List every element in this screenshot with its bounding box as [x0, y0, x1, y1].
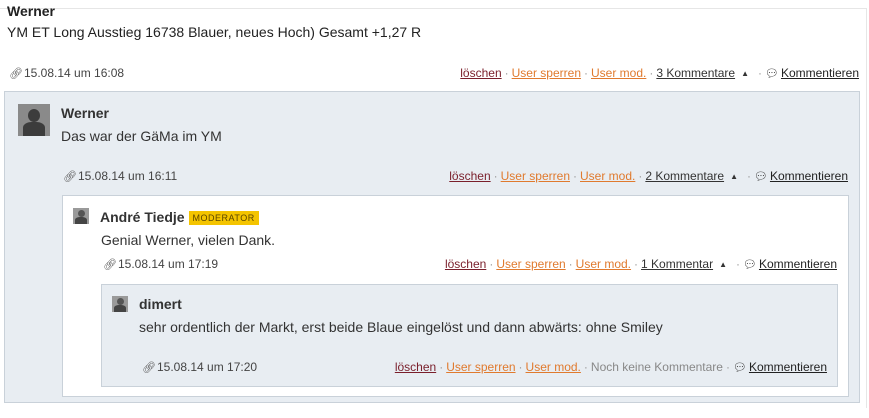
separator: · [649, 66, 654, 80]
separator: · [735, 257, 740, 271]
post-timestamp[interactable]: 15.08.14 um 16:08 [24, 66, 124, 80]
comment-author[interactable]: Werner [61, 105, 109, 121]
link-icon: 🔗︎ [9, 68, 23, 80]
separator: · [568, 257, 573, 271]
separator: · [518, 360, 523, 374]
post-meta-bar: 🔗︎15.08.14 um 16:08 löschen · User sperren… [9, 66, 859, 82]
comments-count-link[interactable]: 1 Kommentar [641, 257, 713, 271]
comment-text: Genial Werner, vielen Dank. [101, 232, 276, 248]
comment-link[interactable]: Kommentieren [759, 257, 837, 271]
top-divider [0, 8, 866, 9]
comment-author[interactable]: André Tiedje [100, 209, 185, 225]
separator: · [757, 66, 762, 80]
block-user-link[interactable]: User sperren [496, 257, 565, 271]
separator: · [504, 66, 509, 80]
comment-actions: löschen · User sperren · User mod. · 2 Komment… [449, 169, 848, 183]
comment-permalink[interactable]: 🔗︎15.08.14 um 17:19 [103, 257, 218, 271]
comment-link[interactable]: Kommentieren [781, 66, 859, 80]
speech-bubble-icon: 💬︎ [764, 68, 779, 80]
block-user-link[interactable]: User sperren [501, 169, 570, 183]
comment-timestamp[interactable]: 15.08.14 um 17:20 [157, 360, 257, 374]
user-mod-link[interactable]: User mod. [526, 360, 581, 374]
caret-up-icon[interactable]: ▲ [741, 69, 749, 78]
comment-text: Das war der GäMa im YM [61, 128, 222, 144]
comment-meta-bar: 🔗︎15.08.14 um 17:20 löschen · User sperren… [142, 360, 827, 376]
comment-timestamp[interactable]: 15.08.14 um 16:11 [78, 169, 177, 183]
comment-link[interactable]: Kommentieren [770, 169, 848, 183]
speech-bubble-icon: 💬︎ [732, 362, 747, 374]
comment-permalink[interactable]: 🔗︎15.08.14 um 16:11 [63, 169, 177, 183]
block-user-link[interactable]: User sperren [446, 360, 515, 374]
user-mod-link[interactable]: User mod. [576, 257, 631, 271]
comment-permalink[interactable]: 🔗︎15.08.14 um 17:20 [142, 360, 257, 374]
separator: · [439, 360, 444, 374]
speech-bubble-icon: 💬︎ [753, 171, 768, 183]
post-actions: löschen · User sperren · User mod. · 3 Komment… [460, 66, 859, 80]
comment-author[interactable]: dimert [139, 296, 182, 312]
link-icon: 🔗︎ [142, 362, 156, 374]
separator: · [493, 169, 498, 183]
post-permalink[interactable]: 🔗︎15.08.14 um 16:08 [9, 66, 124, 80]
delete-link[interactable]: löschen [395, 360, 436, 374]
post-text: YM ET Long Ausstieg 16738 Blauer, neues … [7, 24, 422, 40]
moderator-badge: MODERATOR [188, 211, 259, 225]
comment-actions: löschen · User sperren · User mod. · Noch kein… [395, 360, 827, 374]
avatar[interactable] [73, 208, 89, 224]
caret-up-icon[interactable]: ▲ [730, 172, 738, 181]
comment-timestamp[interactable]: 15.08.14 um 17:19 [118, 257, 218, 271]
separator: · [634, 257, 639, 271]
link-icon: 🔗︎ [103, 259, 117, 271]
separator: · [583, 360, 588, 374]
caret-up-icon[interactable]: ▲ [719, 260, 727, 269]
separator: · [584, 66, 588, 80]
separator: · [746, 169, 751, 183]
comment-link[interactable]: Kommentieren [749, 360, 827, 374]
right-divider [866, 8, 867, 408]
comments-count-link[interactable]: 2 Kommentare [645, 169, 724, 183]
speech-bubble-icon: 💬︎ [742, 259, 757, 271]
post-author[interactable]: Werner [7, 3, 55, 19]
separator: · [725, 360, 730, 374]
avatar[interactable] [112, 296, 128, 312]
block-user-link[interactable]: User sperren [512, 66, 581, 80]
delete-link[interactable]: löschen [460, 66, 501, 80]
link-icon: 🔗︎ [63, 171, 77, 183]
delete-link[interactable]: löschen [449, 169, 490, 183]
separator: · [638, 169, 643, 183]
comment-meta-bar: 🔗︎15.08.14 um 16:11 löschen · User sperren… [63, 169, 848, 185]
comment-actions: löschen · User sperren · User mod. · 1 Komment… [445, 257, 837, 271]
no-comments-label: Noch keine Kommentare [590, 360, 723, 374]
delete-link[interactable]: löschen [445, 257, 486, 271]
comments-count-link[interactable]: 3 Kommentare [656, 66, 735, 80]
user-mod-link[interactable]: User mod. [580, 169, 635, 183]
separator: · [489, 257, 494, 271]
comment-meta-bar: 🔗︎15.08.14 um 17:19 löschen · User sperren… [103, 257, 837, 273]
avatar[interactable] [18, 104, 50, 136]
comment-author-line: André Tiedje MODERATOR [100, 209, 259, 226]
comment-text: sehr ordentlich der Markt, erst beide Bl… [139, 319, 663, 335]
user-mod-link[interactable]: User mod. [591, 66, 646, 80]
separator: · [573, 169, 577, 183]
